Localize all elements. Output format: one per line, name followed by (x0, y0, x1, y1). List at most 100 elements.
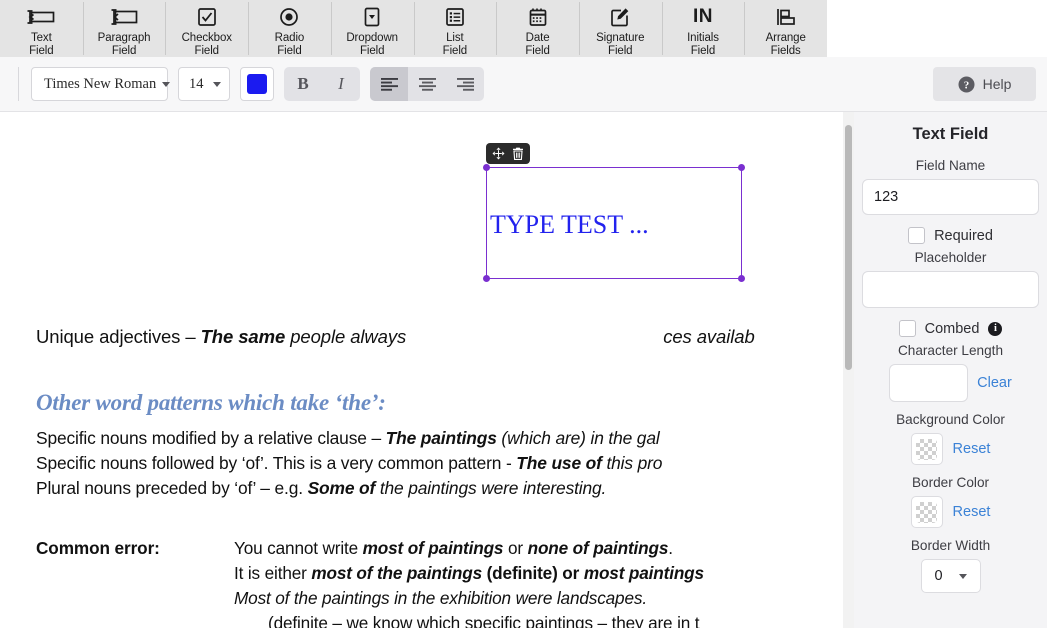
toolbar-item-date-field[interactable]: Date Field (496, 0, 579, 57)
combed-checkbox[interactable] (898, 320, 916, 337)
toolbar-item-label: Initials Field (687, 32, 719, 57)
doc-line: Common error: You cannot write most of p… (36, 536, 704, 561)
text-run: Unique adjectives – (36, 326, 201, 347)
text-run-bold-italic: The use of (516, 453, 602, 473)
text-run: You cannot write most of paintings or no… (234, 536, 673, 561)
label-line-1: Signature (596, 32, 645, 44)
text-color-button[interactable] (240, 67, 274, 101)
toolbar-item-radio-field[interactable]: Radio Field (248, 0, 331, 57)
character-length-label: Character Length (897, 343, 1004, 358)
italic-button[interactable]: I (322, 67, 360, 101)
character-length-row: Clear (854, 364, 1047, 402)
align-left-button[interactable] (370, 67, 408, 101)
field-name-label: Field Name (915, 158, 986, 173)
toolbar-item-arrange-fields[interactable]: Arrange Fields (744, 0, 828, 57)
toolbar-item-dropdown-field[interactable]: Dropdown Field (330, 0, 414, 57)
toolbar-item-paragraph-field[interactable]: Paragraph Field (82, 0, 166, 57)
help-button[interactable]: ? Help (933, 67, 1036, 101)
required-checkbox[interactable] (908, 227, 926, 244)
toolbar-item-label: Date Field (525, 32, 550, 57)
info-icon[interactable]: i (988, 321, 1003, 336)
doc-paragraph-block: Specific nouns modified by a relative cl… (36, 426, 662, 501)
align-left-icon (380, 78, 398, 91)
toolbar-item-checkbox-field[interactable]: Checkbox Field (165, 0, 249, 57)
placeholder-label: Placeholder (914, 250, 987, 265)
reset-border-color-link[interactable]: Reset (953, 504, 991, 520)
font-size-select[interactable]: 14 (178, 67, 230, 101)
date-field-icon (527, 4, 549, 30)
combed-row: Combed i (854, 320, 1047, 337)
toolbar-item-label: Text Field (29, 32, 54, 57)
label-line-2: Field (111, 44, 137, 57)
common-error-label: Common error: (36, 538, 160, 558)
bold-button[interactable]: B (284, 67, 322, 101)
label-line-2: Field (525, 44, 550, 57)
move-icon[interactable] (491, 146, 506, 162)
required-label: Required (934, 227, 993, 244)
toolbar-item-initials-field[interactable]: IN Initials Field (661, 0, 745, 57)
clear-character-length-link[interactable]: Clear (977, 375, 1012, 391)
font-family-select[interactable]: Times New Roman (31, 67, 171, 101)
selected-text-field[interactable]: TYPE TEST ... (483, 164, 745, 282)
label-line-2: Field (29, 44, 54, 57)
text-run-bold-italic: none of paintings (527, 538, 669, 558)
reset-background-color-link[interactable]: Reset (953, 441, 991, 457)
resize-handle-top-left[interactable] (483, 164, 490, 171)
label-line-2: Field (359, 44, 385, 57)
chevron-down-icon (213, 81, 221, 87)
field-type-toolbar: Text Field Paragraph Field Checkbox Fiel… (0, 0, 828, 57)
align-right-icon (456, 78, 474, 91)
label-line-2: Field (277, 44, 302, 57)
background-color-label: Background Color (896, 412, 1005, 427)
text-run-italic: Most of the paintings in the exhibition … (234, 588, 647, 608)
label-line-2: Field (442, 44, 468, 57)
italic-label: I (338, 74, 344, 93)
text-run-bold-italic: most paintings (583, 563, 704, 583)
toolbar-item-list-field[interactable]: List Field (413, 0, 497, 57)
border-width-select[interactable]: 0 (920, 559, 981, 593)
placeholder-input[interactable] (862, 271, 1039, 308)
character-length-input[interactable] (889, 364, 969, 402)
border-color-swatch[interactable] (910, 496, 943, 528)
toolbar-item-signature-field[interactable]: Signature Field (578, 0, 662, 57)
radio-field-icon (278, 4, 300, 30)
bold-label: B (297, 74, 309, 93)
field-name-input[interactable]: 123 (862, 179, 1039, 215)
field-name-value: 123 (874, 189, 899, 205)
label-line-1: Text (30, 32, 52, 44)
text-run: It is either (234, 563, 312, 583)
doc-line: (definite – we know which specific paint… (36, 611, 704, 628)
font-family-value: Times New Roman (44, 75, 157, 92)
scrollbar-thumb[interactable] (845, 125, 852, 370)
text-field-icon (26, 4, 56, 30)
list-field-icon (444, 4, 466, 30)
text-run-bold-italic: Some of (307, 478, 376, 498)
chevron-down-icon (162, 81, 171, 87)
toolbar-item-text-field[interactable]: Text Field (0, 0, 83, 57)
background-color-swatch[interactable] (910, 433, 943, 465)
align-right-button[interactable] (446, 67, 484, 101)
document-canvas[interactable]: Unique adjectives – The same people alwa… (0, 112, 854, 628)
toolbar-item-label: Paragraph Field (98, 32, 151, 57)
combed-label: Combed (924, 320, 980, 337)
resize-handle-bottom-left[interactable] (483, 275, 490, 282)
text-run: . (668, 538, 673, 558)
border-width-value: 0 (934, 568, 943, 584)
label-line-1: Dropdown (346, 32, 398, 44)
label-line-1: Checkbox (181, 32, 232, 44)
document-scrollbar[interactable] (843, 112, 854, 628)
trash-icon[interactable] (510, 146, 525, 162)
text-style-group: B I (284, 67, 360, 101)
resize-handle-bottom-right[interactable] (738, 275, 745, 282)
resize-handle-top-right[interactable] (738, 164, 745, 171)
doc-line: It is either most of the paintings (defi… (36, 561, 704, 586)
text-run: Specific nouns modified by a relative cl… (36, 428, 386, 448)
text-run-italic: (which are) in the gal (496, 428, 660, 448)
text-run: (definite – we know which specific paint… (268, 613, 700, 628)
label-line-2: Field (608, 44, 633, 57)
label-line-1: Arrange (765, 32, 806, 44)
align-center-button[interactable] (408, 67, 446, 101)
text-run-italic: ces availab (663, 326, 755, 347)
initials-field-icon: IN (693, 4, 713, 30)
